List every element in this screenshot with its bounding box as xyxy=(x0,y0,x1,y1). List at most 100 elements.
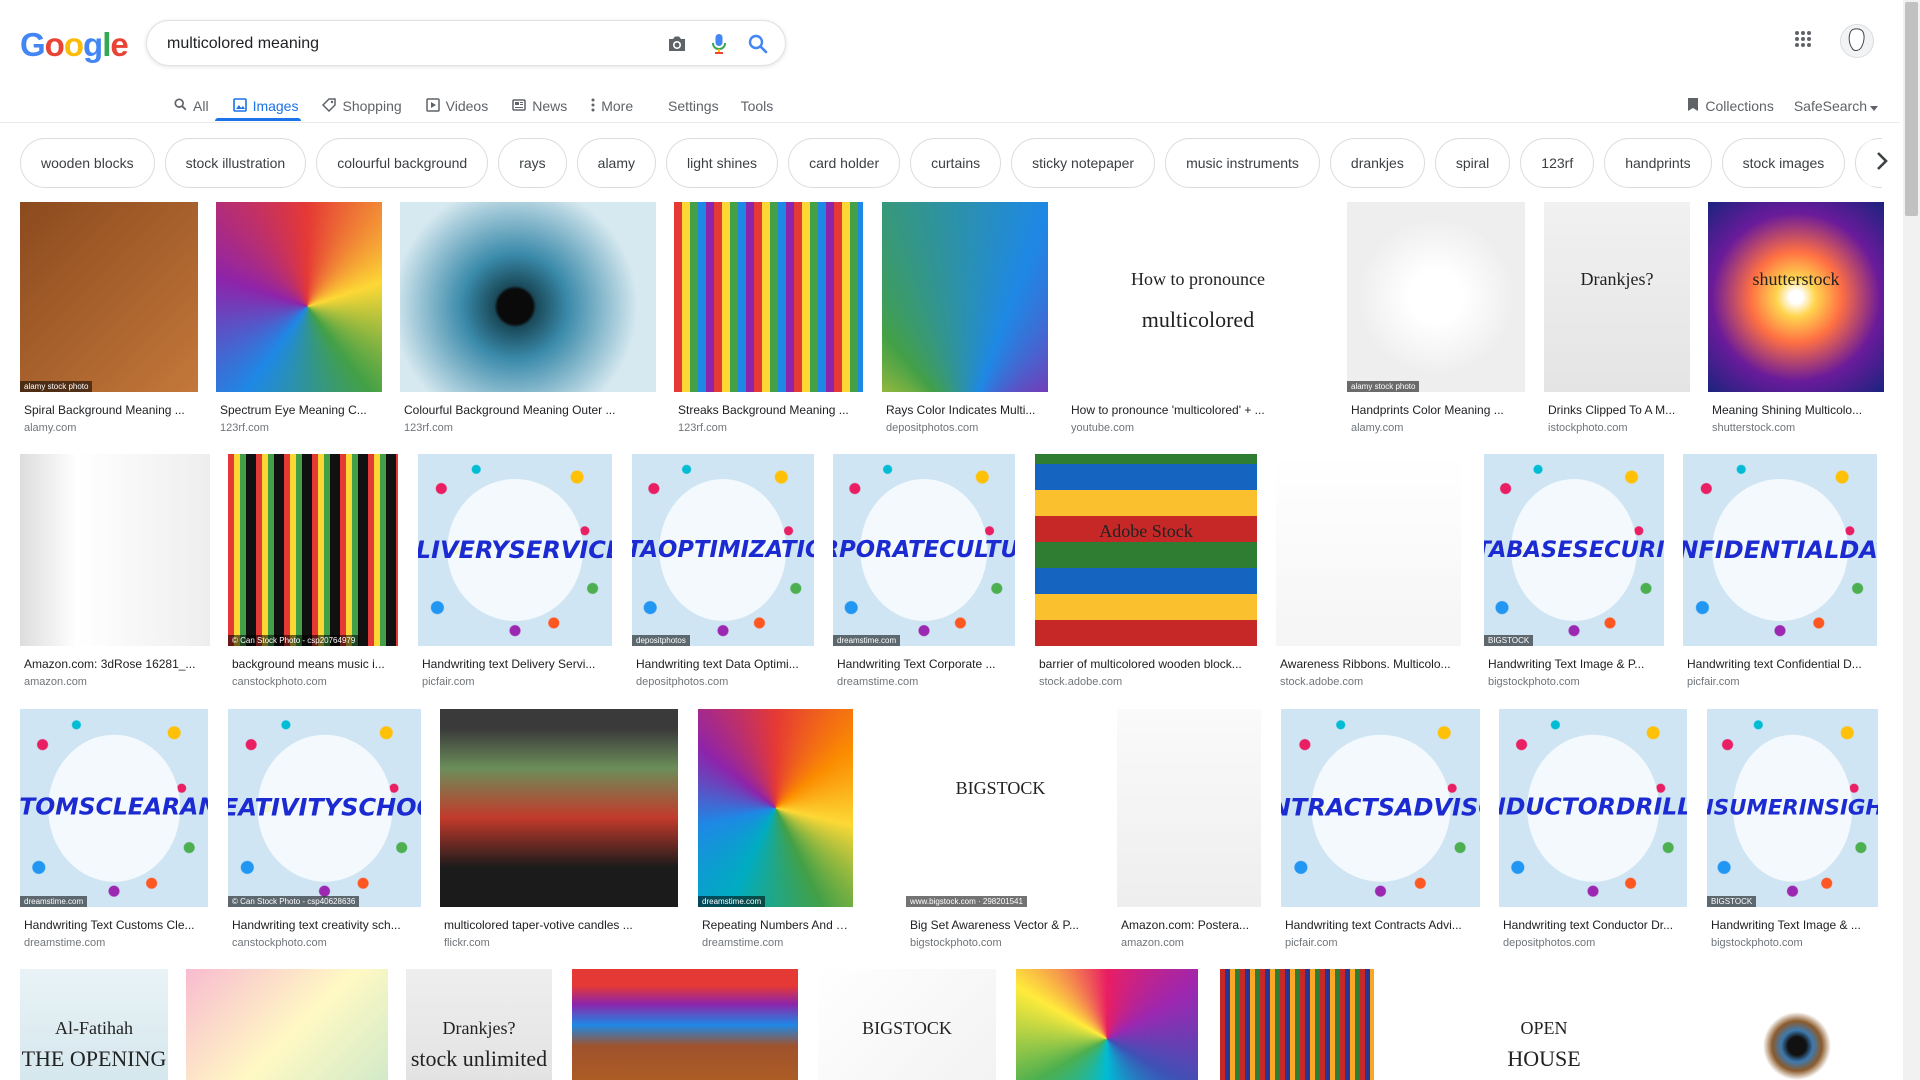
image-result-card[interactable]: Colourful Background Meaning Outer ... 12… xyxy=(400,202,656,434)
result-title[interactable]: Handwriting text Confidential D... xyxy=(1683,657,1877,671)
result-title[interactable]: Repeating Numbers And Their... xyxy=(698,918,853,932)
result-title[interactable]: Amazon.com: Postera... xyxy=(1117,918,1261,932)
result-source[interactable]: picfair.com xyxy=(1281,937,1480,949)
result-source[interactable]: canstockphoto.com xyxy=(228,937,421,949)
image-result-card[interactable]: © Can Stock Photo - csp20764979 backgroun… xyxy=(228,454,398,688)
image-result-card[interactable]: Drankjes? Drinks Clipped To A M... istockp… xyxy=(1544,202,1690,434)
image-result-card[interactable]: DATAOPTIMIZATION! depositphotos Handwritin… xyxy=(632,454,814,688)
image-result-card[interactable]: Spectrum Eye Meaning C... 123rf.com xyxy=(216,202,382,434)
image-result-card[interactable] xyxy=(186,969,388,1080)
image-result-card[interactable]: CONSUMERINSIGHTS! BIGSTOCK Handwriting Tex… xyxy=(1707,709,1878,949)
image-result-card[interactable]: Rays Color Indicates Multi... depositphot… xyxy=(882,202,1048,434)
image-result-card[interactable]: Drankjes? stock unlimited xyxy=(406,969,552,1080)
image-result-card[interactable] xyxy=(1220,969,1374,1080)
image-thumbnail[interactable] xyxy=(1220,969,1374,1080)
result-source[interactable]: alamy.com xyxy=(20,422,198,434)
related-search-chip[interactable]: alamy xyxy=(576,138,657,188)
result-title[interactable]: Big Set Awareness Vector & P... xyxy=(906,918,1095,932)
image-thumbnail[interactable]: DATABASESECURITY! BIGSTOCK xyxy=(1484,454,1664,646)
image-result-card[interactable]: CONFIDENTIALDATA! Handwriting text Confid… xyxy=(1683,454,1877,688)
result-title[interactable]: How to pronounce 'multicolored' + ... xyxy=(1067,403,1329,417)
image-result-card[interactable]: How to pronounce multicolored How to prono… xyxy=(1067,202,1329,434)
result-source[interactable]: dreamstime.com xyxy=(833,676,1015,688)
result-title[interactable]: Streaks Background Meaning ... xyxy=(674,403,863,417)
related-search-chip[interactable]: stock images xyxy=(1721,138,1846,188)
result-source[interactable]: dreamstime.com xyxy=(698,937,853,949)
image-result-card[interactable]: Adobe Stock barrier of multicolored woode… xyxy=(1035,454,1257,688)
image-thumbnail[interactable]: CREATIVITYSCHOOL! © Can Stock Photo - csp… xyxy=(228,709,421,907)
image-thumbnail[interactable] xyxy=(882,202,1048,392)
image-thumbnail[interactable]: Drankjes? stock unlimited xyxy=(406,969,552,1080)
result-source[interactable]: 123rf.com xyxy=(216,422,382,434)
image-thumbnail[interactable]: Adobe Stock xyxy=(1035,454,1257,646)
result-source[interactable]: 123rf.com xyxy=(674,422,863,434)
result-title[interactable]: multicolored taper-votive candles ... xyxy=(440,918,678,932)
image-thumbnail[interactable] xyxy=(572,969,798,1080)
image-thumbnail[interactable]: DATAOPTIMIZATION! depositphotos xyxy=(632,454,814,646)
tab-more[interactable]: More xyxy=(579,90,645,122)
image-thumbnail[interactable]: BIGSTOCK www.bigstock.com · 298201541 xyxy=(906,709,1095,907)
result-source[interactable]: youtube.com xyxy=(1067,422,1329,434)
result-source[interactable]: depositphotos.com xyxy=(882,422,1048,434)
image-result-card[interactable]: multicolored taper-votive candles ... fli… xyxy=(440,709,678,949)
result-title[interactable]: Handwriting text Delivery Servi... xyxy=(418,657,612,671)
image-thumbnail[interactable]: alamy stock photo xyxy=(20,202,198,392)
image-thumbnail[interactable]: OPEN HOUSE xyxy=(1392,969,1696,1080)
result-source[interactable]: flickr.com xyxy=(440,937,678,949)
image-thumbnail[interactable]: Al-Fatihah THE OPENING xyxy=(20,969,168,1080)
image-result-card[interactable]: Streaks Background Meaning ... 123rf.com xyxy=(674,202,863,434)
search-input[interactable] xyxy=(167,33,637,55)
result-source[interactable]: depositphotos.com xyxy=(632,676,814,688)
result-source[interactable]: alamy.com xyxy=(1347,422,1525,434)
related-search-chip[interactable]: wooden blocks xyxy=(20,138,155,188)
image-result-card[interactable]: BIGSTOCK xyxy=(818,969,996,1080)
image-result-card[interactable]: Awareness Ribbons. Multicolo... stock.ado… xyxy=(1276,454,1461,688)
settings-link[interactable]: Settings xyxy=(668,98,719,114)
image-thumbnail[interactable]: Drankjes? xyxy=(1544,202,1690,392)
result-source[interactable]: canstockphoto.com xyxy=(228,676,398,688)
image-result-card[interactable]: CREATIVITYSCHOOL! © Can Stock Photo - csp… xyxy=(228,709,421,949)
image-result-card[interactable]: DELIVERYSERVICES! Handwriting text Delive… xyxy=(418,454,612,688)
image-result-card[interactable]: shutterstock Meaning Shining Multicolo...… xyxy=(1708,202,1884,434)
result-source[interactable]: stock.adobe.com xyxy=(1276,676,1461,688)
image-result-card[interactable]: CONDUCTORDRILLER! Handwriting text Conduc… xyxy=(1499,709,1687,949)
result-title[interactable]: Handwriting text Data Optimi... xyxy=(632,657,814,671)
image-result-card[interactable]: DATABASESECURITY! BIGSTOCK Handwriting Tex… xyxy=(1484,454,1664,688)
result-title[interactable]: Handwriting Text Image & ... xyxy=(1707,918,1878,932)
scrollbar-thumb[interactable] xyxy=(1905,2,1918,216)
result-title[interactable]: Colourful Background Meaning Outer ... xyxy=(400,403,656,417)
image-thumbnail[interactable]: CONFIDENTIALDATA! xyxy=(1683,454,1877,646)
avatar[interactable] xyxy=(1840,24,1874,58)
related-search-chip[interactable]: rays xyxy=(498,138,567,188)
result-title[interactable]: Handwriting Text Corporate ... xyxy=(833,657,1015,671)
related-search-chip[interactable]: handprints xyxy=(1604,138,1712,188)
result-source[interactable]: picfair.com xyxy=(418,676,612,688)
image-thumbnail[interactable]: CORPORATECULTURE! dreamstime.com xyxy=(833,454,1015,646)
result-title[interactable]: Amazon.com: 3dRose 16281_... xyxy=(20,657,210,671)
tab-shopping[interactable]: Shopping xyxy=(310,90,413,122)
result-source[interactable]: dreamstime.com xyxy=(20,937,208,949)
image-thumbnail[interactable] xyxy=(1117,709,1261,907)
image-result-card[interactable]: BIGSTOCK www.bigstock.com · 298201541 Big … xyxy=(906,709,1095,949)
result-title[interactable]: Meaning Shining Multicolo... xyxy=(1708,403,1884,417)
result-source[interactable]: stock.adobe.com xyxy=(1035,676,1257,688)
image-thumbnail[interactable] xyxy=(674,202,863,392)
image-thumbnail[interactable] xyxy=(216,202,382,392)
image-result-card[interactable] xyxy=(1016,969,1198,1080)
tab-all[interactable]: All xyxy=(162,90,221,122)
image-thumbnail[interactable]: BIGSTOCK xyxy=(818,969,996,1080)
result-title[interactable]: Spiral Background Meaning ... xyxy=(20,403,198,417)
image-result-card[interactable]: alamy stock photo Handprints Color Meanin… xyxy=(1347,202,1525,434)
image-thumbnail[interactable] xyxy=(400,202,656,392)
result-title[interactable]: Awareness Ribbons. Multicolo... xyxy=(1276,657,1461,671)
result-title[interactable]: Rays Color Indicates Multi... xyxy=(882,403,1048,417)
result-source[interactable]: amazon.com xyxy=(1117,937,1261,949)
image-thumbnail[interactable]: CONDUCTORDRILLER! xyxy=(1499,709,1687,907)
result-source[interactable]: bigstockphoto.com xyxy=(906,937,1095,949)
camera-icon[interactable] xyxy=(665,32,689,56)
related-search-chip[interactable]: card holder xyxy=(788,138,901,188)
image-result-card[interactable]: alamy stock photo Spiral Background Meani… xyxy=(20,202,198,434)
image-result-card[interactable]: CUSTOMSCLEARANCE! dreamstime.com Handwriti… xyxy=(20,709,208,949)
related-search-chip[interactable]: 123rf xyxy=(1520,138,1595,188)
image-result-card[interactable]: CORPORATECULTURE! dreamstime.com Handwriti… xyxy=(833,454,1015,688)
